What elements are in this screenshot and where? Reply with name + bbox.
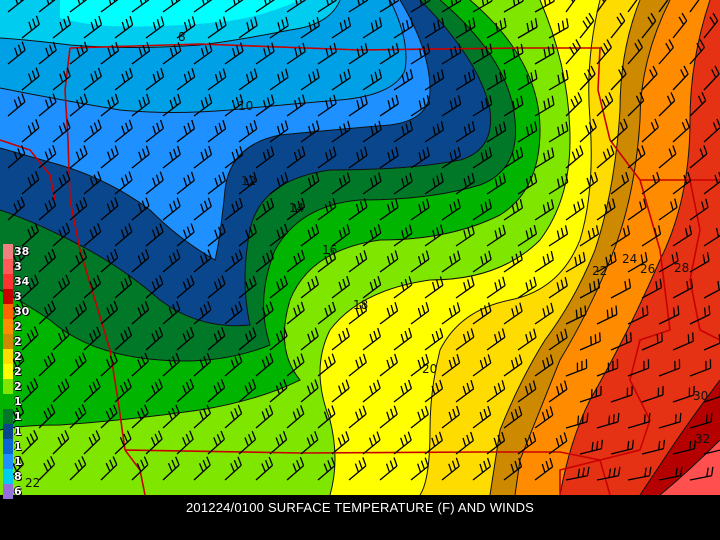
legend-swatch — [3, 424, 13, 439]
contour-label-32: 32 — [695, 432, 710, 446]
legend-label: 30 — [14, 305, 30, 318]
legend-label: 38 — [14, 245, 30, 258]
color-legend: 38 3 34 3 30 2 2 2 2 2 1 1 1 1 1 8 6 — [3, 244, 35, 514]
legend-label: 3 — [14, 290, 22, 303]
legend-label: 2 — [14, 380, 22, 393]
contour-label-28: 28 — [674, 261, 689, 275]
corner-value-label: 22 — [25, 476, 41, 490]
legend-swatch — [3, 484, 13, 499]
legend-label: 3 — [14, 260, 22, 273]
legend-label: 2 — [14, 320, 22, 333]
legend-swatch — [3, 334, 13, 349]
temperature-map: 8 10 12 14 16 18 20 22 24 26 28 30 32 — [0, 0, 720, 495]
legend-swatch — [3, 379, 13, 394]
legend-swatch — [3, 349, 13, 364]
legend-label: 2 — [14, 365, 22, 378]
legend-swatch — [3, 259, 13, 274]
legend-label: 34 — [14, 275, 30, 288]
legend-label: 1 — [14, 395, 22, 408]
legend-swatch — [3, 394, 13, 409]
legend-label: 8 — [14, 470, 22, 483]
legend-label: 1 — [14, 455, 22, 468]
legend-swatch — [3, 289, 13, 304]
legend-label: 1 — [14, 425, 22, 438]
legend-label: 1 — [14, 440, 22, 453]
legend-label: 6 — [14, 485, 22, 498]
legend-swatch — [3, 274, 13, 289]
legend-swatch — [3, 454, 13, 469]
legend-swatch — [3, 469, 13, 484]
legend-label: 2 — [14, 350, 22, 363]
legend-swatch — [3, 244, 13, 259]
legend-swatch — [3, 439, 13, 454]
legend-swatch — [3, 364, 13, 379]
contour-label-10: 10 — [238, 99, 253, 113]
legend-swatch — [3, 409, 13, 424]
legend-swatch — [3, 304, 13, 319]
contour-label-24: 24 — [622, 252, 637, 266]
legend-swatch — [3, 319, 13, 334]
map-caption: 201224/0100 SURFACE TEMPERATURE (F) AND … — [185, 500, 535, 515]
legend-label: 2 — [14, 335, 22, 348]
legend-label: 1 — [14, 410, 22, 423]
